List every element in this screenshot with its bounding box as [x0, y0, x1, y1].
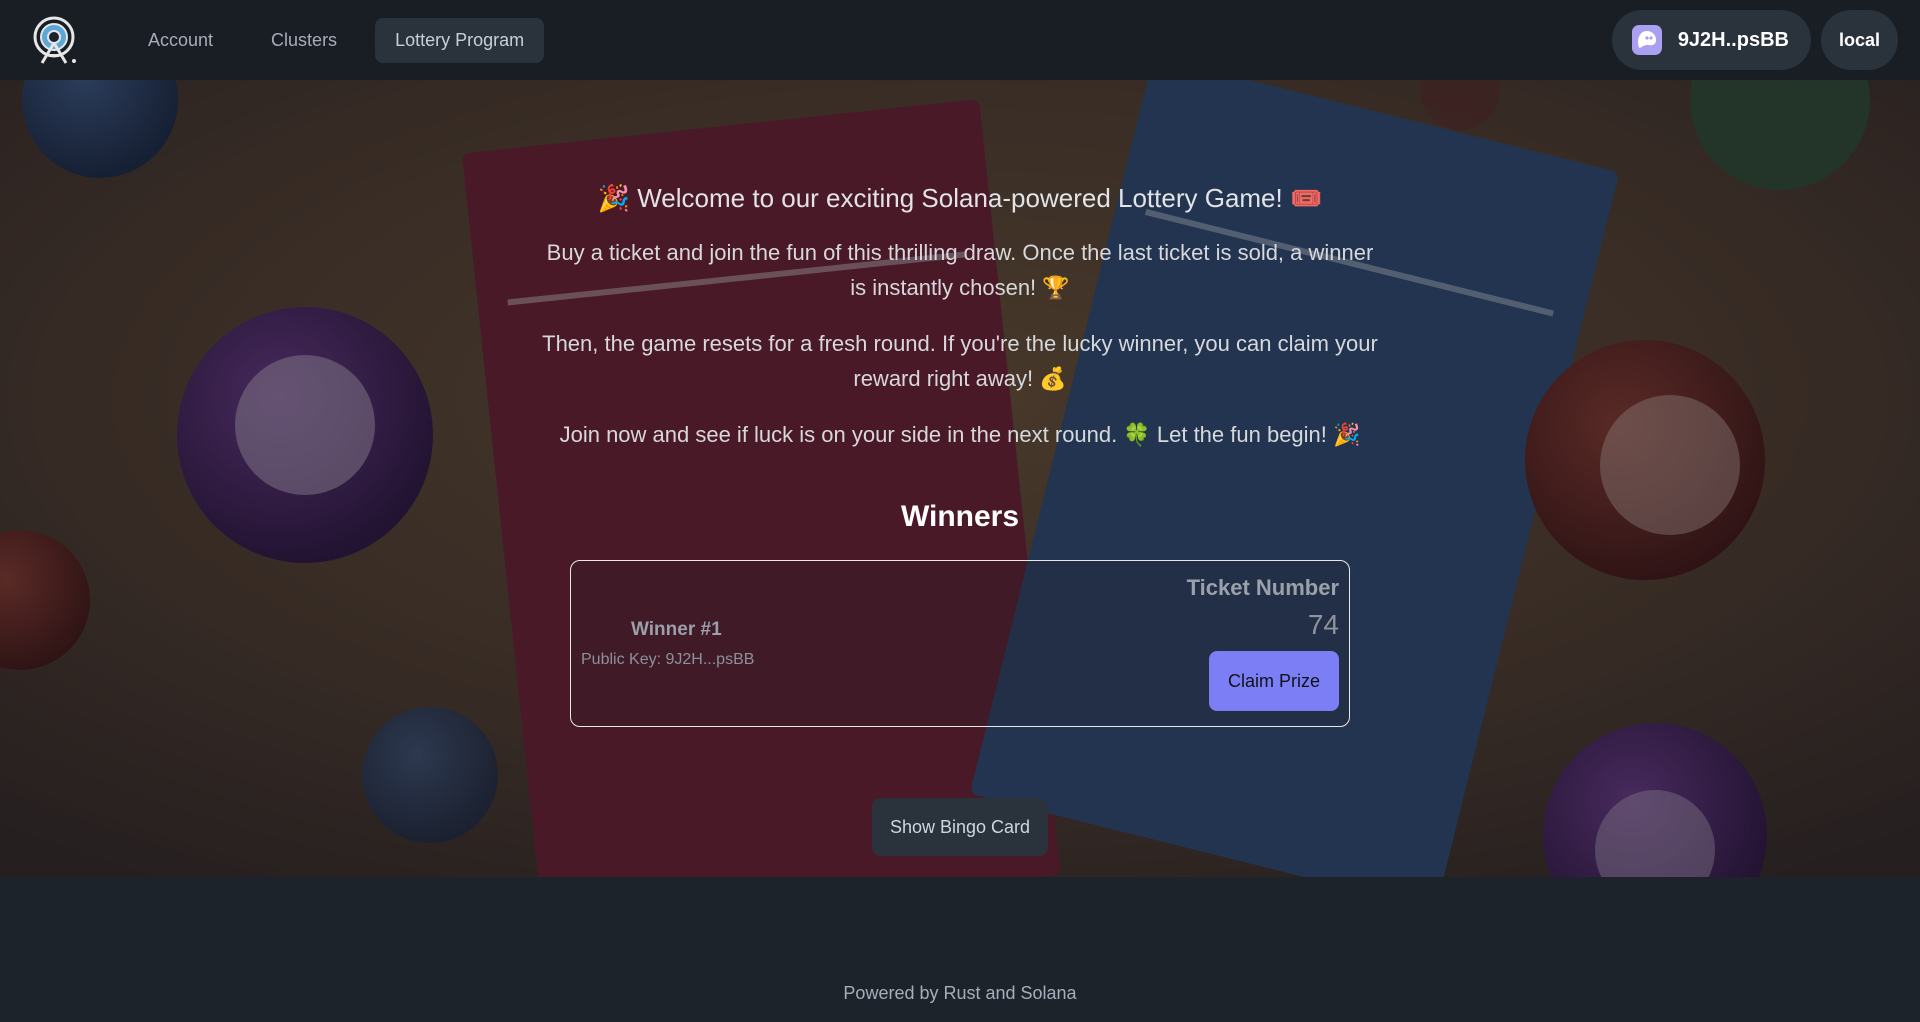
hero-content: 🎉 Welcome to our exciting Solana-powered…	[0, 80, 1920, 877]
welcome-heading: 🎉 Welcome to our exciting Solana-powered…	[597, 183, 1323, 213]
winner-ticket-info: Ticket Number 74 Claim Prize	[1187, 575, 1339, 711]
winner-name: Winner #1	[631, 619, 722, 640]
phantom-ghost-icon	[1631, 25, 1662, 55]
show-bingo-card-button[interactable]: Show Bingo Card	[872, 798, 1048, 856]
intro-paragraph-2: Then, the game resets for a fresh round.…	[542, 331, 1378, 391]
winner-info: Winner #1 Public Key: 9J2H...psBB	[581, 619, 754, 669]
intro-paragraph-1: Buy a ticket and join the fun of this th…	[546, 240, 1374, 300]
intro-paragraph-3: Join now and see if luck is on your side…	[559, 422, 1361, 447]
nav-link-clusters[interactable]: Clusters	[251, 18, 357, 63]
wallet-button[interactable]: 9J2H..psBB	[1611, 10, 1811, 70]
footer: Powered by Rust and Solana	[0, 877, 1920, 1022]
winner-card: Winner #1 Public Key: 9J2H...psBB Ticket…	[570, 560, 1350, 727]
nav-link-lottery-program[interactable]: Lottery Program	[375, 17, 545, 63]
logo-icon[interactable]	[30, 13, 84, 67]
ticket-number-value: 74	[1307, 609, 1339, 640]
cluster-button[interactable]: local	[1820, 10, 1898, 70]
nav-link-account[interactable]: Account	[128, 18, 233, 63]
wallet-address: 9J2H..psBB	[1677, 28, 1789, 51]
winners-title: Winners	[900, 500, 1020, 533]
hero-section: 🎉 Welcome to our exciting Solana-powered…	[0, 80, 1920, 877]
footer-text: Powered by Rust and Solana	[843, 983, 1077, 1003]
nav-links: Account Clusters Lottery Program	[128, 17, 545, 63]
cluster-label: local	[1838, 29, 1880, 50]
claim-prize-button[interactable]: Claim Prize	[1209, 651, 1339, 711]
winner-public-key: Public Key: 9J2H...psBB	[581, 651, 755, 668]
ticket-number-label: Ticket Number	[1186, 575, 1339, 600]
top-navbar: Account Clusters Lottery Program 9J2H..p…	[0, 0, 1920, 80]
